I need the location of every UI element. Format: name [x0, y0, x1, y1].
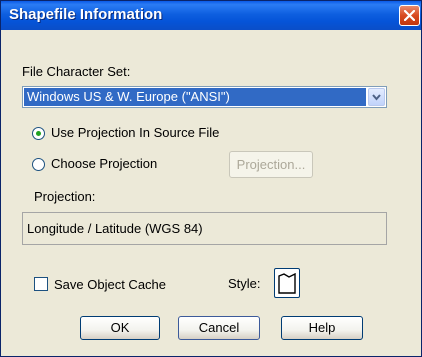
- use-source-projection-label[interactable]: Use Projection In Source File: [51, 125, 219, 140]
- file-character-set-dropdown[interactable]: Windows US & W. Europe ("ANSI"): [22, 86, 387, 108]
- projection-label: Projection:: [34, 189, 96, 204]
- chevron-down-icon: [372, 94, 381, 101]
- choose-projection-label[interactable]: Choose Projection: [51, 156, 157, 171]
- file-character-set-value: Windows US & W. Europe ("ANSI"): [24, 88, 366, 106]
- file-character-set-label: File Character Set:: [22, 64, 131, 79]
- style-button[interactable]: [274, 268, 300, 298]
- ok-button[interactable]: OK: [80, 316, 160, 340]
- help-button[interactable]: Help: [281, 316, 363, 340]
- close-icon: [404, 10, 415, 21]
- dropdown-arrow-button[interactable]: [368, 88, 385, 106]
- save-object-cache-checkbox[interactable]: [34, 277, 48, 291]
- close-button[interactable]: [399, 5, 420, 26]
- choose-projection-radio[interactable]: [32, 158, 45, 171]
- use-source-projection-radio[interactable]: [32, 127, 45, 140]
- style-label: Style:: [228, 276, 261, 291]
- radio-selected-dot: [36, 131, 41, 136]
- save-object-cache-label[interactable]: Save Object Cache: [54, 277, 166, 292]
- cancel-button[interactable]: Cancel: [178, 316, 260, 340]
- projection-value: Longitude / Latitude (WGS 84): [27, 221, 203, 236]
- dialog-title: Shapefile Information: [9, 6, 163, 23]
- projection-button[interactable]: Projection...: [229, 151, 313, 178]
- projection-display: Longitude / Latitude (WGS 84): [22, 212, 387, 245]
- shapefile-information-dialog: Shapefile Information File Character Set…: [0, 0, 422, 357]
- polygon-style-icon: [278, 273, 296, 294]
- title-bar[interactable]: Shapefile Information: [1, 1, 421, 30]
